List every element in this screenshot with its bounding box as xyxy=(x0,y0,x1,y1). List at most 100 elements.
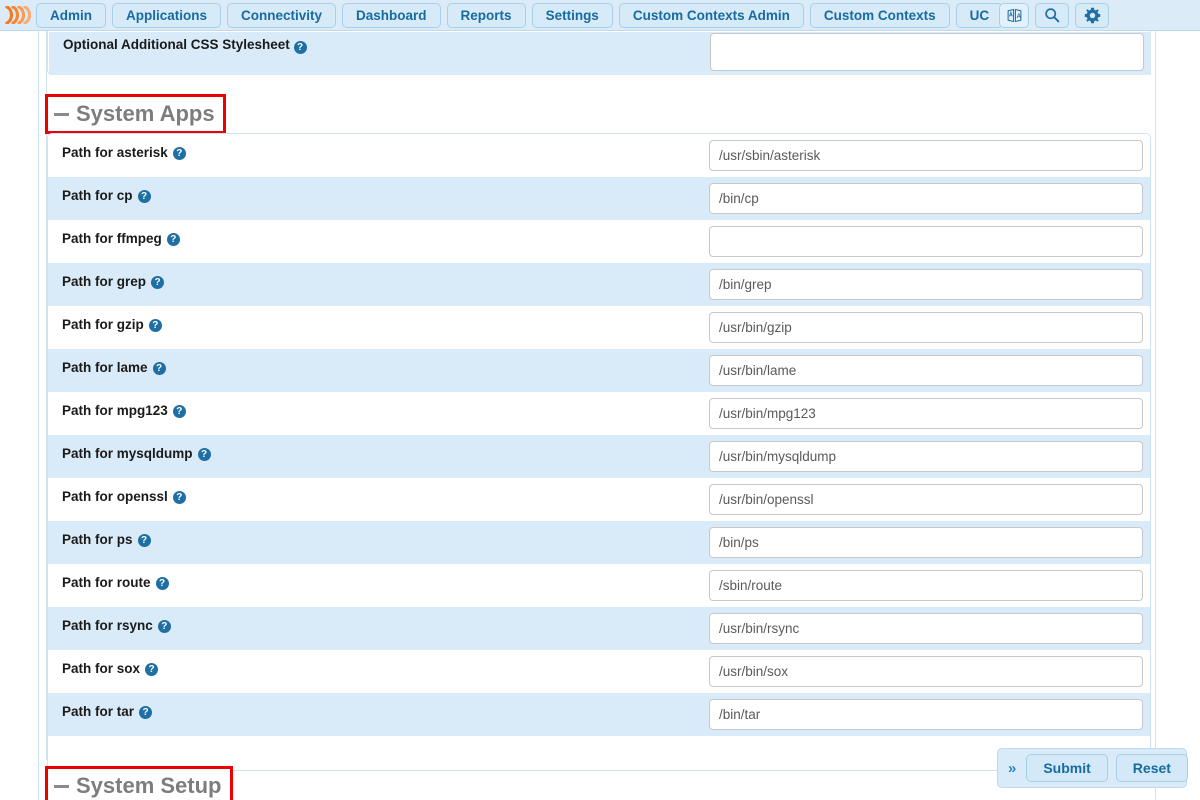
nav-item-admin[interactable]: Admin xyxy=(36,2,106,28)
nav-item-connectivity[interactable]: Connectivity xyxy=(227,2,337,28)
help-icon[interactable]: ? xyxy=(152,362,166,375)
help-icon[interactable]: ? xyxy=(293,41,307,54)
form-label: Path for rsync? xyxy=(62,618,171,633)
top-navbar: Admin Applications Connectivity Dashboar… xyxy=(0,0,1200,31)
help-icon[interactable]: ? xyxy=(172,491,186,504)
help-icon[interactable]: ? xyxy=(151,276,165,289)
nav-item-custom-contexts-admin[interactable]: Custom Contexts Admin xyxy=(618,2,804,28)
section-heading-system-apps[interactable]: System Apps xyxy=(45,94,226,134)
help-icon[interactable]: ? xyxy=(148,319,162,332)
section-title: System Apps xyxy=(76,101,215,126)
help-icon[interactable]: ? xyxy=(166,233,180,246)
help-icon[interactable]: ? xyxy=(145,663,159,676)
form-label: Path for cp? xyxy=(62,188,151,203)
svg-text:A: A xyxy=(1016,12,1021,19)
form-label-text: Path for route xyxy=(62,575,151,590)
form-label-text: Path for lame xyxy=(62,360,148,375)
translate-icon[interactable]: A xyxy=(999,2,1030,28)
form-label: Path for gzip? xyxy=(62,317,162,332)
nav-item-reports[interactable]: Reports xyxy=(446,2,526,28)
form-label-text: Path for gzip xyxy=(62,317,144,332)
form-label: Path for asterisk? xyxy=(62,145,186,160)
form-label: Path for route? xyxy=(62,575,169,590)
section-title: System Setup xyxy=(76,773,222,798)
form-label: Path for mpg123? xyxy=(62,403,186,418)
help-icon[interactable]: ? xyxy=(137,190,151,203)
form-row-css-stylesheet: Optional Additional CSS Stylesheet ? xyxy=(49,32,1151,75)
right-rail xyxy=(1155,31,1156,800)
minus-icon xyxy=(54,784,69,788)
form-row: Path for asterisk? xyxy=(48,134,1150,177)
form-row: Path for openssl? xyxy=(48,478,1150,521)
help-icon[interactable]: ? xyxy=(197,448,211,461)
form-label: Path for ps? xyxy=(62,532,151,547)
form-label: Path for lame? xyxy=(62,360,166,375)
chevron-right-double-icon[interactable]: » xyxy=(1006,761,1018,776)
path-input[interactable] xyxy=(709,398,1143,429)
section-heading-system-setup[interactable]: System Setup xyxy=(45,766,233,800)
path-input[interactable] xyxy=(709,312,1143,343)
nav-item-uc[interactable]: UC xyxy=(955,2,1004,28)
form-label-text: Path for rsync xyxy=(62,618,153,633)
form-row: Path for ffmpeg? xyxy=(48,220,1150,263)
nav-item-settings[interactable]: Settings xyxy=(531,2,613,28)
css-stylesheet-panel: Optional Additional CSS Stylesheet ? xyxy=(47,31,1151,75)
form-row: Path for tar? xyxy=(48,693,1150,736)
form-label-text: Optional Additional CSS Stylesheet xyxy=(63,37,290,52)
form-row: Path for cp? xyxy=(48,177,1150,220)
form-label-text: Path for mysqldump xyxy=(62,446,193,461)
form-row: Path for lame? xyxy=(48,349,1150,392)
path-input[interactable] xyxy=(709,441,1143,472)
path-input[interactable] xyxy=(709,484,1143,515)
form-label: Path for tar? xyxy=(62,704,153,719)
form-row: Path for route? xyxy=(48,564,1150,607)
css-stylesheet-textarea[interactable] xyxy=(710,33,1144,71)
minus-icon xyxy=(54,112,69,116)
nav-item-custom-contexts[interactable]: Custom Contexts xyxy=(809,2,950,28)
form-label: Path for openssl? xyxy=(62,489,186,504)
form-label: Path for sox? xyxy=(62,661,159,676)
page-scroll-region: Optional Additional CSS Stylesheet ? Sys… xyxy=(0,31,1200,800)
help-icon[interactable]: ? xyxy=(155,577,169,590)
form-label-text: Path for cp xyxy=(62,188,133,203)
form-row: Path for gzip? xyxy=(48,306,1150,349)
help-icon[interactable]: ? xyxy=(157,620,171,633)
form-label-css-stylesheet: Optional Additional CSS Stylesheet ? xyxy=(63,37,307,54)
gear-icon[interactable] xyxy=(1075,2,1110,28)
form-row: Path for ps? xyxy=(48,521,1150,564)
nav-item-applications[interactable]: Applications xyxy=(112,2,222,28)
form-action-bar: » Submit Reset xyxy=(997,748,1188,788)
path-input[interactable] xyxy=(709,226,1143,257)
form-label-text: Path for ps xyxy=(62,532,133,547)
form-label-text: Path for tar xyxy=(62,704,135,719)
path-input[interactable] xyxy=(709,140,1143,171)
help-icon[interactable]: ? xyxy=(172,147,186,160)
form-label-text: Path for mpg123 xyxy=(62,403,168,418)
search-icon[interactable] xyxy=(1035,2,1070,28)
form-row: Path for mysqldump? xyxy=(48,435,1150,478)
form-row: Path for sox? xyxy=(48,650,1150,693)
path-input[interactable] xyxy=(709,570,1143,601)
left-rail-outer xyxy=(38,31,39,800)
path-input[interactable] xyxy=(709,183,1143,214)
system-apps-panel: Path for asterisk?Path for cp?Path for f… xyxy=(47,133,1151,771)
freepbx-logo-icon[interactable] xyxy=(0,0,36,30)
form-row: Path for grep? xyxy=(48,263,1150,306)
help-icon[interactable]: ? xyxy=(172,405,186,418)
submit-button[interactable]: Submit xyxy=(1026,754,1108,782)
path-input[interactable] xyxy=(709,613,1143,644)
help-icon[interactable]: ? xyxy=(139,706,153,719)
path-input[interactable] xyxy=(709,527,1143,558)
form-label: Path for mysqldump? xyxy=(62,446,211,461)
path-input[interactable] xyxy=(709,699,1143,730)
form-label-text: Path for ffmpeg xyxy=(62,231,162,246)
nav-item-dashboard[interactable]: Dashboard xyxy=(342,2,441,28)
reset-button[interactable]: Reset xyxy=(1115,754,1188,782)
path-input[interactable] xyxy=(709,269,1143,300)
form-row: Path for rsync? xyxy=(48,607,1150,650)
path-input[interactable] xyxy=(709,656,1143,687)
path-input[interactable] xyxy=(709,355,1143,386)
form-row: Path for mpg123? xyxy=(48,392,1150,435)
help-icon[interactable]: ? xyxy=(137,534,151,547)
form-label: Path for ffmpeg? xyxy=(62,231,180,246)
